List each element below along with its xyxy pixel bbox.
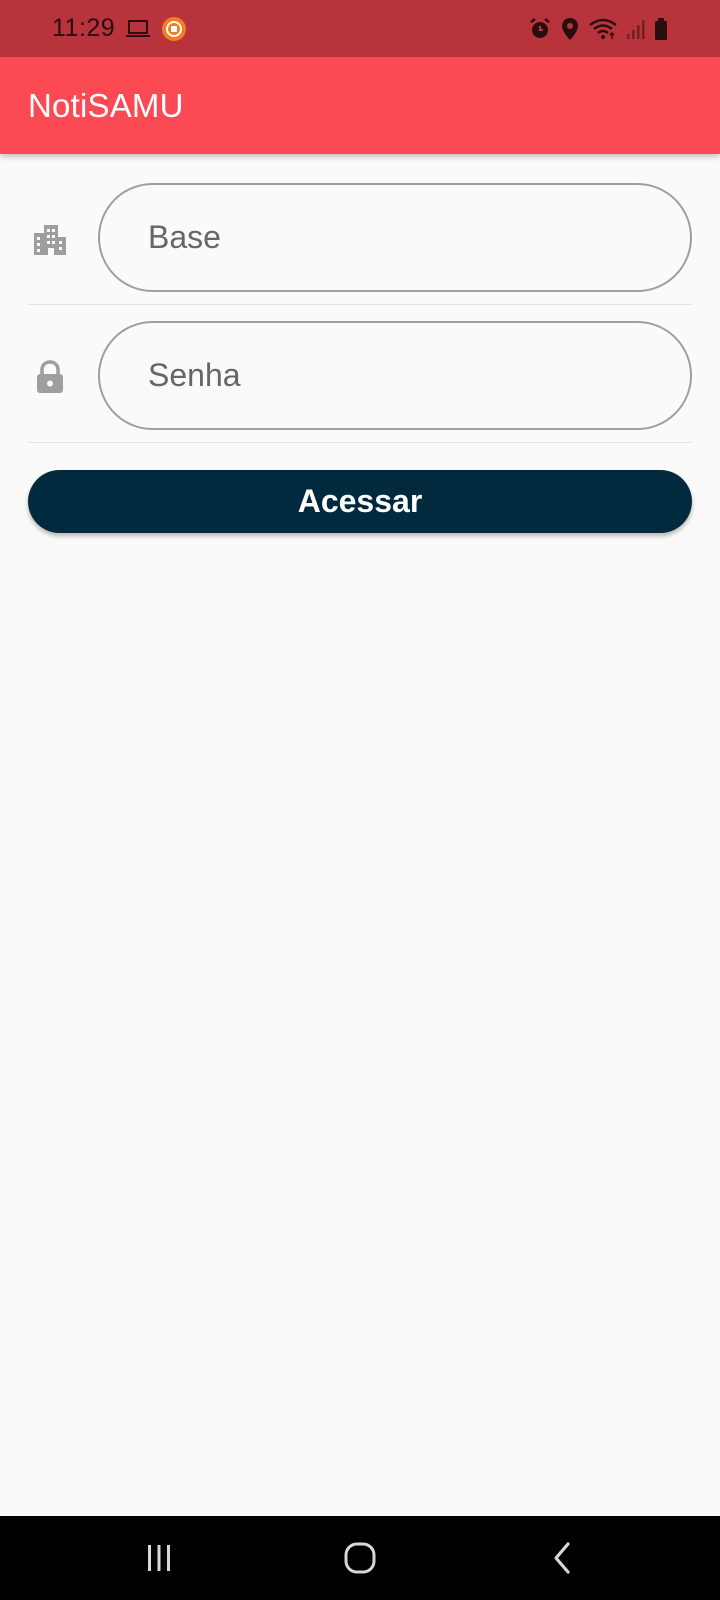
app-bar: NotiSAMU xyxy=(0,57,720,154)
senha-row xyxy=(28,321,692,443)
alarm-icon xyxy=(528,17,552,41)
status-bar: 11:29 xyxy=(0,0,720,57)
status-left: 11:29 xyxy=(52,14,187,43)
app-title: NotiSAMU xyxy=(28,86,184,124)
base-row xyxy=(28,183,692,305)
location-icon xyxy=(560,17,580,41)
navigation-bar xyxy=(0,1516,720,1600)
lock-icon xyxy=(32,359,68,395)
access-button[interactable]: Acessar xyxy=(28,470,692,533)
building-icon xyxy=(32,221,68,257)
back-icon[interactable] xyxy=(532,1536,592,1580)
status-time: 11:29 xyxy=(52,14,116,42)
senha-input[interactable] xyxy=(98,321,692,430)
screen-record-icon xyxy=(161,16,187,42)
base-input[interactable] xyxy=(98,183,692,292)
home-icon[interactable] xyxy=(330,1536,390,1580)
laptop-icon xyxy=(125,19,151,39)
status-right xyxy=(528,17,668,41)
access-button-label: Acessar xyxy=(297,483,423,519)
recents-icon[interactable] xyxy=(129,1536,189,1580)
battery-icon xyxy=(654,17,668,41)
wifi-icon xyxy=(588,17,618,41)
signal-icon xyxy=(626,18,646,40)
